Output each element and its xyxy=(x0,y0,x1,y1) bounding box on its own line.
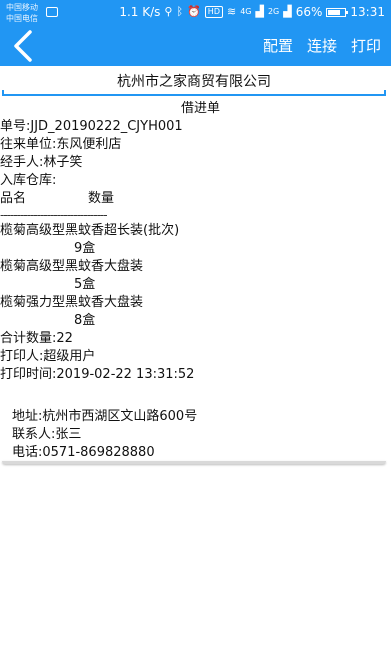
print-button[interactable]: 打印 xyxy=(351,36,381,56)
paper-edge xyxy=(2,461,386,464)
bluetooth-icon: ᛒ xyxy=(176,5,184,18)
battery-percent: 66% xyxy=(295,5,323,19)
item-list: 榄菊高级型黑蚊香超长装(批次) 9盒 榄菊高级型黑蚊香大盘装 5盒 榄菊强力型黑… xyxy=(0,222,391,330)
clock-time: 13:31 xyxy=(350,5,385,19)
network-speed: 1.1 K/s xyxy=(119,5,161,19)
item-name: 榄菊高级型黑蚊香超长装(批次) xyxy=(0,223,180,238)
config-button[interactable]: 配置 xyxy=(263,36,293,56)
header: 中国移动 中国电信 1.1 K/s ⚲ ᛒ ⏰ HD ≋ 4G ▟ 2G ▟ 6… xyxy=(0,0,391,66)
item-name: 榄菊高级型黑蚊香大盘装 xyxy=(0,259,144,274)
list-item: 榄菊高级型黑蚊香超长装(批次) 9盒 xyxy=(0,222,391,258)
signal-icon-2: ▟ xyxy=(283,5,292,18)
notification-icon xyxy=(46,7,58,17)
back-button[interactable] xyxy=(8,28,38,64)
company-name-input[interactable] xyxy=(2,68,386,96)
receipt: 借进单 单号:JJD_20190222_CJYH001 往来单位:东风便利店 经… xyxy=(0,100,391,384)
receipt-footer: 地址:杭州市西湖区文山路600号 联系人:张三 电话:0571-86982888… xyxy=(12,408,197,462)
wifi-icon: ≋ xyxy=(226,5,237,18)
column-header-name: 品名 xyxy=(0,191,27,206)
connect-button[interactable]: 连接 xyxy=(307,36,337,56)
list-item: 榄菊强力型黑蚊香大盘装 8盒 xyxy=(0,294,391,330)
back-arrow-icon xyxy=(14,30,32,62)
location-icon: ⚲ xyxy=(164,5,173,18)
divider: -------------------------------- xyxy=(0,208,108,222)
address: 地址:杭州市西湖区文山路600号 xyxy=(12,409,198,424)
hd-badge: HD xyxy=(204,6,223,18)
total-quantity: 合计数量:22 xyxy=(0,331,73,346)
app-bar: 配置 连接 打印 xyxy=(0,26,391,66)
list-item: 榄菊高级型黑蚊香大盘装 5盒 xyxy=(0,258,391,294)
contact-person: 联系人:张三 xyxy=(12,427,82,442)
print-time: 打印时间:2019-02-22 13:31:52 xyxy=(0,367,195,382)
handler: 经手人:林子笑 xyxy=(0,155,83,170)
alarm-icon: ⏰ xyxy=(187,5,201,18)
carrier-2: 中国电信 xyxy=(6,14,38,23)
receipt-title: 借进单 xyxy=(180,101,220,116)
item-name: 榄菊强力型黑蚊香大盘装 xyxy=(0,295,144,310)
printer-name: 打印人:超级用户 xyxy=(0,349,96,364)
signal-2g-label: 2G xyxy=(267,7,280,16)
app-bar-actions: 配置 连接 打印 xyxy=(263,36,381,56)
column-headers: 品名 数量 xyxy=(0,190,391,208)
phone-number: 电话:0571-869828880 xyxy=(12,445,155,460)
carrier-info: 中国移动 中国电信 xyxy=(6,2,38,24)
signal-4g-label: 4G xyxy=(240,7,252,16)
status-indicators: 1.1 K/s ⚲ ᛒ ⏰ HD ≋ 4G ▟ 2G ▟ 66% 13:31 xyxy=(119,5,385,19)
item-qty: 8盒 xyxy=(74,313,96,328)
column-header-qty: 数量 xyxy=(88,191,115,206)
battery-icon xyxy=(326,7,349,17)
partner-unit: 往来单位:东风便利店 xyxy=(0,137,122,152)
company-field xyxy=(2,68,386,96)
warehouse: 入库仓库: xyxy=(0,173,57,188)
status-bar: 中国移动 中国电信 1.1 K/s ⚲ ᛒ ⏰ HD ≋ 4G ▟ 2G ▟ 6… xyxy=(0,0,391,26)
order-number: 单号:JJD_20190222_CJYH001 xyxy=(0,119,183,134)
signal-icon-1: ▟ xyxy=(255,5,264,18)
item-qty: 9盒 xyxy=(74,241,96,256)
item-qty: 5盒 xyxy=(74,277,96,292)
carrier-1: 中国移动 xyxy=(6,3,38,12)
